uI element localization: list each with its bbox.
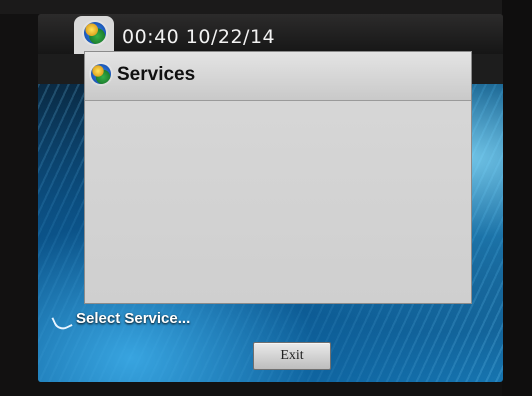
device-bezel-top [0, 0, 532, 14]
device-bezel-right [502, 0, 532, 396]
exit-softkey-button[interactable]: Exit [253, 342, 331, 370]
phone-screen: 00:40 10/22/14 105100 Services Select Se… [38, 14, 503, 382]
header-bar: 00:40 10/22/14 [38, 14, 503, 54]
handset-icon [51, 311, 73, 333]
services-window: Services [84, 51, 472, 304]
services-list[interactable] [85, 101, 471, 303]
globe-icon [91, 64, 111, 84]
window-title: Services [117, 64, 196, 85]
globe-icon [84, 22, 106, 44]
status-prompt: Select Service... [76, 310, 191, 327]
window-title-bar: Services [85, 52, 471, 101]
datetime-display: 00:40 10/22/14 [122, 26, 276, 48]
softkey-bar: Exit [38, 340, 503, 382]
status-bar: Select Service... [38, 300, 503, 340]
